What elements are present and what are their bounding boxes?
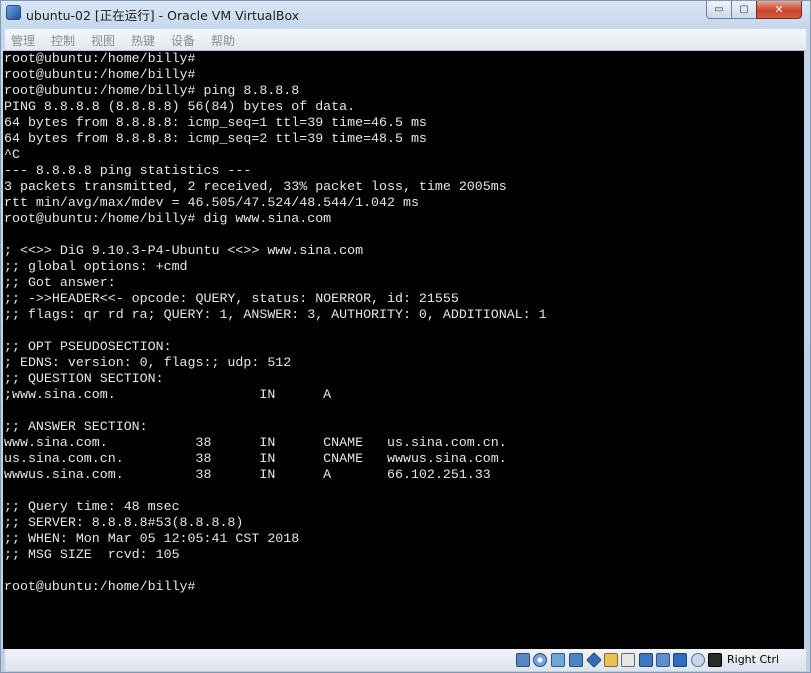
terminal-line: ;; ANSWER SECTION:	[4, 419, 148, 434]
terminal-line: www.sina.com. 38 IN CNAME us.sina.com.cn…	[4, 435, 507, 450]
terminal-line: ^C	[4, 147, 20, 162]
terminal-line: ;; Got answer:	[4, 275, 116, 290]
terminal-line: 64 bytes from 8.8.8.8: icmp_seq=2 ttl=39…	[4, 131, 427, 146]
terminal-output: root@ubuntu:/home/billy# root@ubuntu:/hom…	[3, 51, 804, 595]
terminal-line: rtt min/avg/max/mdev = 46.505/47.524/48.…	[4, 195, 419, 210]
terminal-line: ; EDNS: version: 0, flags:; udp: 512	[4, 355, 292, 370]
terminal-line: PING 8.8.8.8 (8.8.8.8) 56(84) bytes of d…	[4, 99, 356, 114]
network-icon[interactable]	[569, 653, 583, 667]
display-icon[interactable]	[621, 653, 635, 667]
terminal-line: us.sina.com.cn. 38 IN CNAME wwwus.sina.c…	[4, 451, 507, 466]
terminal-line: root@ubuntu:/home/billy# ping 8.8.8.8	[4, 83, 300, 98]
terminal-line	[3, 483, 804, 499]
terminal-line: ; <<>> DiG 9.10.3-P4-Ubuntu <<>> www.sin…	[4, 243, 364, 258]
optical-drive-icon[interactable]	[533, 653, 547, 667]
audio-icon[interactable]	[551, 653, 565, 667]
menu-control[interactable]: 控制	[51, 32, 75, 49]
virtualization-icon	[673, 653, 687, 667]
menu-machine[interactable]: 管理	[11, 32, 35, 49]
cpu-icon	[656, 653, 670, 667]
terminal-line: root@ubuntu:/home/billy#	[4, 51, 196, 66]
terminal-line: ;; flags: qr rd ra; QUERY: 1, ANSWER: 3,…	[4, 307, 547, 322]
host-key-label[interactable]: Right Ctrl	[727, 653, 779, 666]
title-bar[interactable]: ubuntu-02 [正在运行] - Oracle VM VirtualBox …	[1, 1, 810, 27]
terminal-line: ;; MSG SIZE rcvd: 105	[4, 547, 180, 562]
menu-bar: 管理 控制 视图 热键 设备 帮助	[5, 29, 806, 51]
terminal-line: ;; global options: +cmd	[4, 259, 188, 274]
terminal-line: --- 8.8.8.8 ping statistics ---	[4, 163, 252, 178]
usb-icon[interactable]	[586, 652, 602, 668]
minimize-button[interactable]: ▭	[706, 1, 732, 19]
terminal-line	[3, 403, 804, 419]
terminal-line: ;www.sina.com. IN A	[4, 387, 332, 402]
terminal-line: wwwus.sina.com. 38 IN A 66.102.251.33	[4, 467, 491, 482]
terminal-line	[3, 323, 804, 339]
terminal-line: ;; WHEN: Mon Mar 05 12:05:41 CST 2018	[4, 531, 300, 546]
menu-hotkeys[interactable]: 热键	[131, 32, 155, 49]
virtualbox-window: ubuntu-02 [正在运行] - Oracle VM VirtualBox …	[0, 0, 811, 673]
terminal-line: 3 packets transmitted, 2 received, 33% p…	[4, 179, 507, 194]
status-bar: Right Ctrl	[5, 649, 806, 671]
terminal-line: ;; OPT PSEUDOSECTION:	[4, 339, 172, 354]
menu-help[interactable]: 帮助	[211, 32, 235, 49]
close-button[interactable]: ✕	[756, 1, 802, 19]
terminal-line: ;; QUESTION SECTION:	[4, 371, 164, 386]
maximize-button[interactable]: ▢	[731, 1, 757, 19]
menu-view[interactable]: 视图	[91, 32, 115, 49]
terminal-line	[3, 563, 804, 579]
terminal-line: root@ubuntu:/home/billy# dig www.sina.co…	[4, 211, 332, 226]
terminal-line: ;; SERVER: 8.8.8.8#53(8.8.8.8)	[4, 515, 244, 530]
terminal-line: root@ubuntu:/home/billy#	[4, 67, 196, 82]
shared-folders-icon[interactable]	[604, 653, 618, 667]
terminal-line	[3, 227, 804, 243]
menu-devices[interactable]: 设备	[171, 32, 195, 49]
hard-disk-icon[interactable]	[516, 653, 530, 667]
terminal-line: ;; ->>HEADER<<- opcode: QUERY, status: N…	[4, 291, 459, 306]
terminal-line: root@ubuntu:/home/billy#	[4, 579, 196, 594]
guest-terminal-screen[interactable]: root@ubuntu:/home/billy# root@ubuntu:/hom…	[3, 51, 804, 649]
mouse-integration-icon[interactable]	[691, 653, 705, 667]
keyboard-icon[interactable]	[708, 653, 722, 667]
terminal-line: ;; Query time: 48 msec	[4, 499, 180, 514]
virtualbox-app-icon	[6, 5, 21, 20]
video-capture-icon[interactable]	[639, 653, 653, 667]
window-title: ubuntu-02 [正在运行] - Oracle VM VirtualBox	[26, 8, 300, 23]
terminal-line: 64 bytes from 8.8.8.8: icmp_seq=1 ttl=39…	[4, 115, 427, 130]
